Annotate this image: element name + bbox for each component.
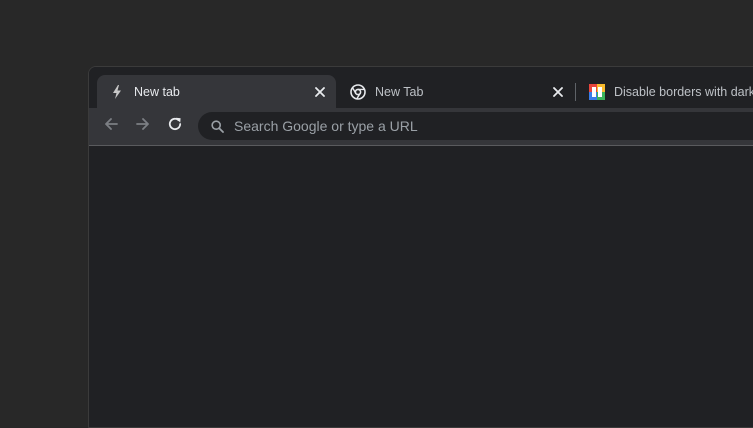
close-icon[interactable] xyxy=(549,83,567,101)
search-input[interactable] xyxy=(234,118,734,134)
tab-separator xyxy=(575,83,576,101)
tab-strip: New tab New Tab Disable borders with dar… xyxy=(89,67,753,108)
reload-button[interactable] xyxy=(161,112,189,140)
close-icon[interactable] xyxy=(311,83,329,101)
tab-title: New tab xyxy=(134,84,180,99)
colorful-app-icon xyxy=(589,83,605,100)
tab-disable-borders[interactable]: Disable borders with dark a xyxy=(577,75,753,108)
arrow-left-icon xyxy=(103,116,119,137)
page-content xyxy=(89,146,753,427)
reload-icon xyxy=(167,116,183,137)
omnibox[interactable] xyxy=(198,112,753,140)
chrome-icon xyxy=(350,83,366,100)
bolt-icon xyxy=(109,84,125,100)
forward-button[interactable] xyxy=(129,112,157,140)
arrow-right-icon xyxy=(135,116,151,137)
toolbar xyxy=(89,108,753,146)
search-icon xyxy=(209,118,225,134)
tab-new-tab[interactable]: New Tab xyxy=(338,75,574,108)
back-button[interactable] xyxy=(97,112,125,140)
tab-new-tab-active[interactable]: New tab xyxy=(97,75,336,108)
tab-title: Disable borders with dark a xyxy=(614,84,753,99)
tab-title: New Tab xyxy=(375,84,424,99)
browser-window: New tab New Tab Disable borders with dar… xyxy=(88,66,753,428)
